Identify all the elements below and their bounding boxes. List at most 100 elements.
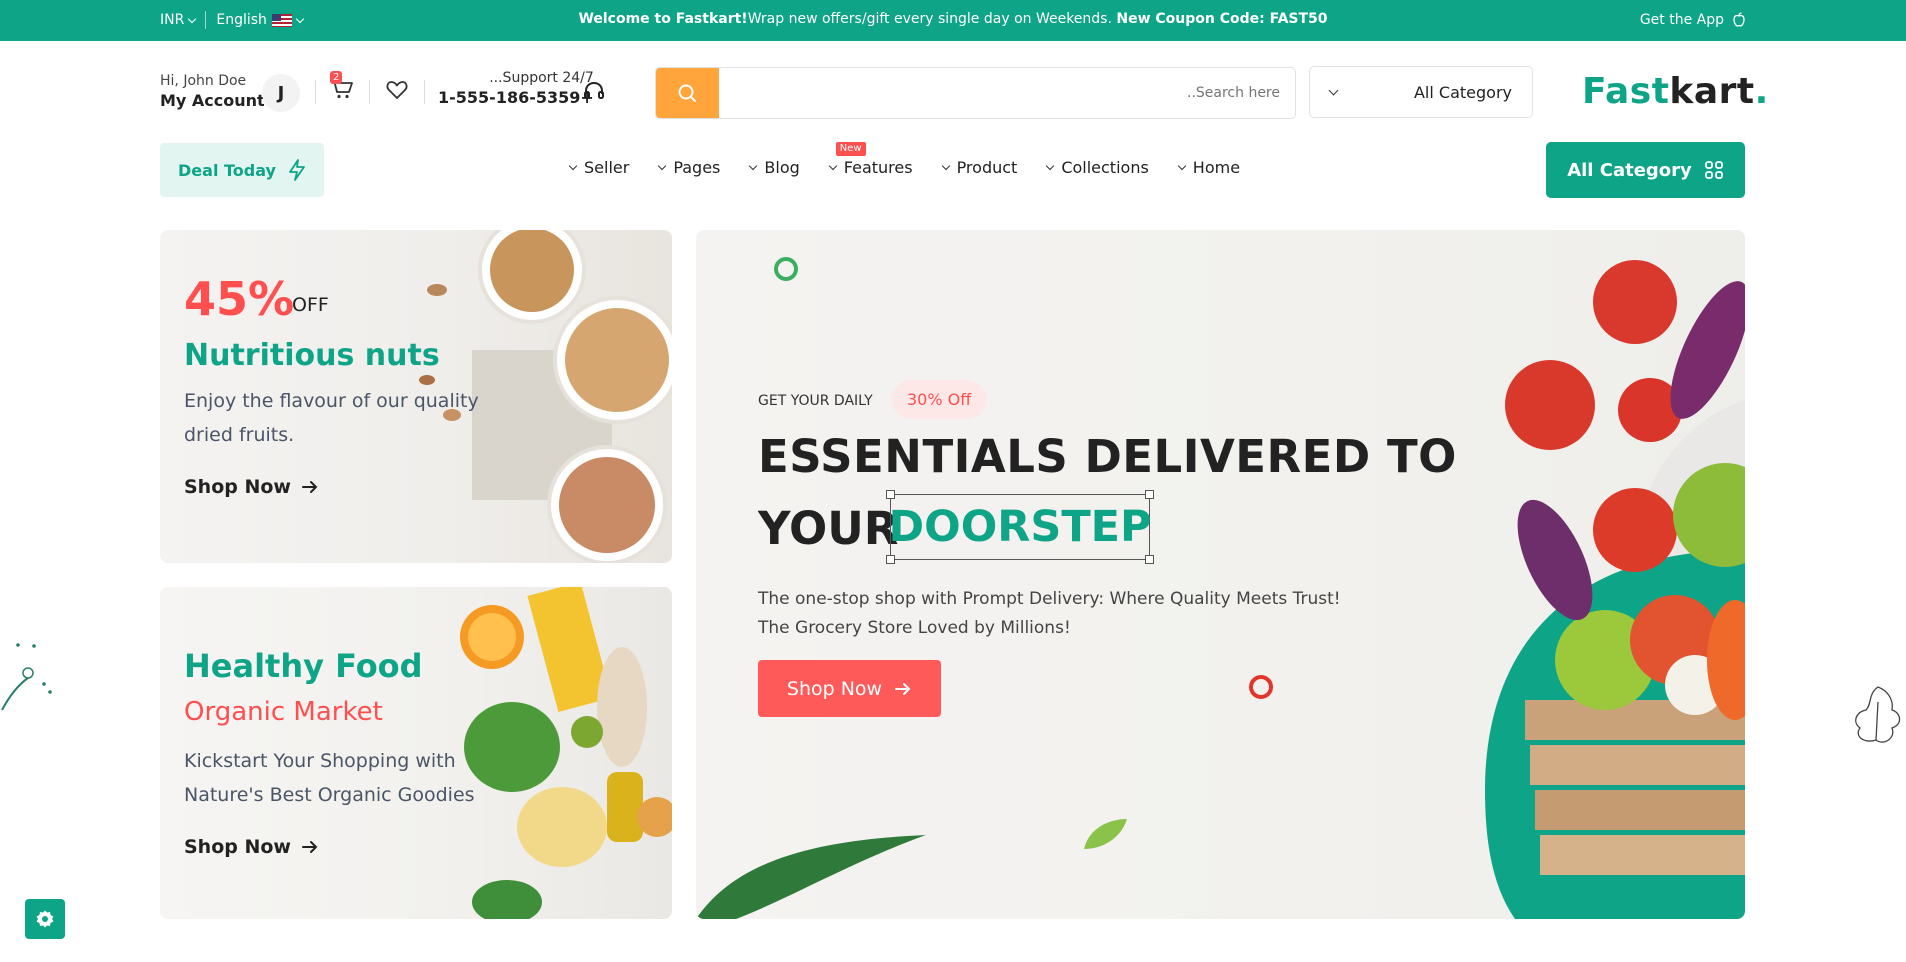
- nav-label: Seller: [584, 158, 630, 177]
- search-icon: [678, 84, 696, 102]
- banner-description: Enjoy the flavour of our quality dried f…: [184, 390, 479, 446]
- hero-shop-now-button[interactable]: Shop Now: [758, 660, 941, 717]
- chevron-down-icon: [1177, 161, 1187, 170]
- shop-now-label: Shop Now: [184, 476, 291, 498]
- lightning-icon: [289, 159, 305, 181]
- shop-now-label: Shop Now: [786, 677, 883, 700]
- heart-icon: [386, 81, 408, 99]
- nav-item-seller[interactable]: Seller: [568, 158, 630, 177]
- nav-item-pages[interactable]: Pages: [658, 158, 721, 177]
- search-bar: [655, 67, 1296, 119]
- shop-now-link[interactable]: Shop Now: [184, 476, 319, 498]
- cart-count-badge: 2: [330, 71, 343, 84]
- chevron-down-icon: [749, 161, 758, 170]
- avatar[interactable]: J: [262, 74, 300, 112]
- hero-description-line1: The one-stop shop with Prompt Delivery: …: [758, 589, 1341, 609]
- leaf-decoration-icon: [696, 835, 926, 919]
- main-nav: Seller Pages Blog New Features Product Co…: [568, 142, 1240, 177]
- discount-percent: 45%: [184, 272, 295, 326]
- nav-label: Pages: [673, 158, 721, 177]
- hero-heading-line2: YOUR: [758, 502, 899, 555]
- right-herb-decoration-icon: [1855, 686, 1901, 743]
- nuts-banner[interactable]: 45% OFF Nutritious nuts Enjoy the flavou…: [160, 230, 672, 563]
- chevron-down-icon: [828, 161, 838, 170]
- all-category-label: All Category: [1567, 159, 1692, 181]
- deal-today-button[interactable]: Deal Today: [160, 143, 324, 197]
- left-sprig-decoration-icon: [1, 643, 52, 711]
- discount-pill: 30% Off: [892, 380, 987, 419]
- support-info: ...Support 24/7 1-555-186-5359+: [438, 70, 594, 107]
- gear-icon: [36, 910, 54, 928]
- banner-title: Healthy Food: [184, 647, 423, 685]
- welcome-bold: Welcome to Fastkart!: [578, 11, 748, 27]
- account-label: My Account: [160, 91, 265, 110]
- flower-decoration-icon: [774, 257, 798, 281]
- header: Hi, John Doe My Account J 2 ...Support 2…: [0, 41, 1906, 141]
- search-input[interactable]: [719, 68, 1295, 118]
- selection-handle: [1145, 490, 1154, 499]
- shop-now-link[interactable]: Shop Now: [184, 836, 319, 858]
- hero-highlight-word: DOORSTEP: [886, 490, 1154, 564]
- headset-icon: [582, 79, 606, 107]
- my-account[interactable]: Hi, John Doe My Account: [160, 73, 265, 110]
- divider: [369, 80, 370, 104]
- nav-item-blog[interactable]: Blog: [749, 158, 800, 177]
- logo-dot: .: [1754, 71, 1769, 112]
- hero-heading-line1: ESSENTIALS DELIVERED TO: [758, 430, 1457, 483]
- divider: [315, 80, 316, 104]
- coupon-code: New Coupon Code: FAST50: [1116, 11, 1328, 27]
- divider: [424, 80, 425, 104]
- logo-part-kart: kart: [1669, 71, 1755, 112]
- get-app-link[interactable]: Get the App: [1640, 12, 1746, 28]
- vegetable-crate-image: [1485, 260, 1745, 919]
- category-select-value: All Category: [1413, 82, 1512, 102]
- banner-subtitle: Organic Market: [184, 697, 383, 727]
- healthy-food-banner[interactable]: Healthy Food Organic Market Kickstart Yo…: [160, 587, 672, 919]
- wishlist-button[interactable]: [386, 80, 408, 104]
- nav-label: Features: [843, 158, 913, 177]
- hero-banner: GET YOUR DAILY 30% Off ESSENTIALS DELIVE…: [696, 230, 1745, 919]
- arrow-right-icon: [302, 481, 318, 493]
- pepper-decoration-icon: [1249, 675, 1273, 699]
- nav-label: Blog: [764, 158, 800, 177]
- chevron-down-icon: [1046, 161, 1055, 170]
- new-badge: New: [835, 142, 866, 156]
- settings-button[interactable]: [25, 899, 65, 939]
- top-bar: INR English Welcome to Fastkart!Wrap new…: [0, 0, 1906, 41]
- hero-tagline: GET YOUR DAILY: [758, 393, 873, 409]
- logo-part-fast: Fast: [1582, 71, 1670, 112]
- grid-icon: [1704, 161, 1723, 179]
- chevron-down-icon: [1328, 85, 1339, 95]
- highlight-text: DOORSTEP: [888, 502, 1152, 552]
- nav-label: Collections: [1061, 158, 1149, 177]
- shop-now-label: Shop Now: [184, 836, 291, 858]
- hero-description-line2: The Grocery Store Loved by Millions!: [758, 618, 1071, 638]
- deal-today-label: Deal Today: [178, 160, 276, 180]
- search-button[interactable]: [656, 68, 719, 118]
- banner-description: Kickstart Your Shopping with Nature's Be…: [184, 750, 475, 806]
- nav-item-product[interactable]: Product: [941, 158, 1018, 177]
- get-app-label: Get the App: [1639, 12, 1724, 28]
- category-select[interactable]: All Category: [1309, 66, 1533, 118]
- chevron-down-icon: [658, 161, 667, 170]
- selection-handle: [886, 490, 895, 499]
- support-label: ...Support 24/7: [489, 70, 594, 86]
- nav-item-home[interactable]: Home: [1177, 158, 1240, 177]
- fastkart-logo[interactable]: Fastkart.: [1582, 71, 1769, 112]
- selection-handle: [1145, 555, 1154, 564]
- leaf-small-icon: [1084, 819, 1127, 849]
- hero-description: The one-stop shop with Prompt Delivery: …: [758, 585, 1341, 643]
- arrow-right-icon: [302, 841, 318, 853]
- cart-button[interactable]: 2: [330, 71, 354, 104]
- chevron-down-icon: [568, 161, 578, 170]
- apple-icon: [1733, 12, 1745, 27]
- nav-label: Product: [956, 158, 1018, 177]
- nav-item-collections[interactable]: Collections: [1046, 158, 1149, 177]
- discount-off-label: OFF: [292, 294, 329, 316]
- all-category-button[interactable]: All Category: [1546, 142, 1745, 198]
- welcome-message: Welcome to Fastkart!Wrap new offers/gift…: [0, 11, 1906, 27]
- welcome-text: Wrap new offers/gift every single day on…: [747, 11, 1112, 27]
- arrow-right-icon: [895, 682, 911, 695]
- nav-item-features[interactable]: New Features: [828, 142, 913, 177]
- banner-title: Nutritious nuts: [184, 338, 440, 373]
